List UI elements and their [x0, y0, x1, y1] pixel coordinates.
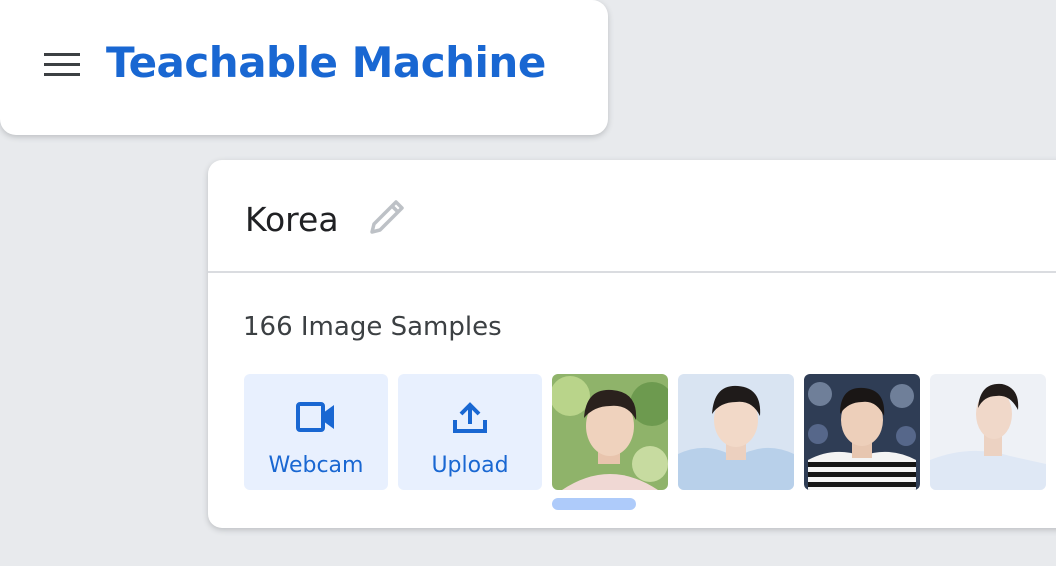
samples-count-label: 166 Image Samples	[243, 312, 502, 342]
class-card: Korea 166 Image Samples Webcam Upload	[208, 160, 1056, 528]
upload-button[interactable]: Upload	[398, 374, 542, 490]
pencil-icon[interactable]	[364, 194, 410, 240]
sample-thumbnail-4[interactable]	[930, 374, 1046, 490]
sample-thumbnail-1[interactable]	[552, 374, 668, 490]
videocam-icon	[295, 400, 337, 438]
sample-thumbnail-2[interactable]	[678, 374, 794, 490]
class-card-header: Korea	[208, 160, 1056, 273]
webcam-label: Webcam	[268, 453, 364, 478]
sample-progress-indicator	[552, 498, 636, 510]
webcam-button[interactable]: Webcam	[244, 374, 388, 490]
sample-thumbnail-3[interactable]	[804, 374, 920, 490]
app-title[interactable]: Teachable Machine	[106, 38, 546, 87]
upload-label: Upload	[431, 453, 509, 478]
upload-icon	[452, 400, 488, 438]
hamburger-menu-icon[interactable]	[34, 42, 90, 88]
app-header: Teachable Machine	[0, 0, 608, 135]
class-name[interactable]: Korea	[245, 200, 339, 239]
